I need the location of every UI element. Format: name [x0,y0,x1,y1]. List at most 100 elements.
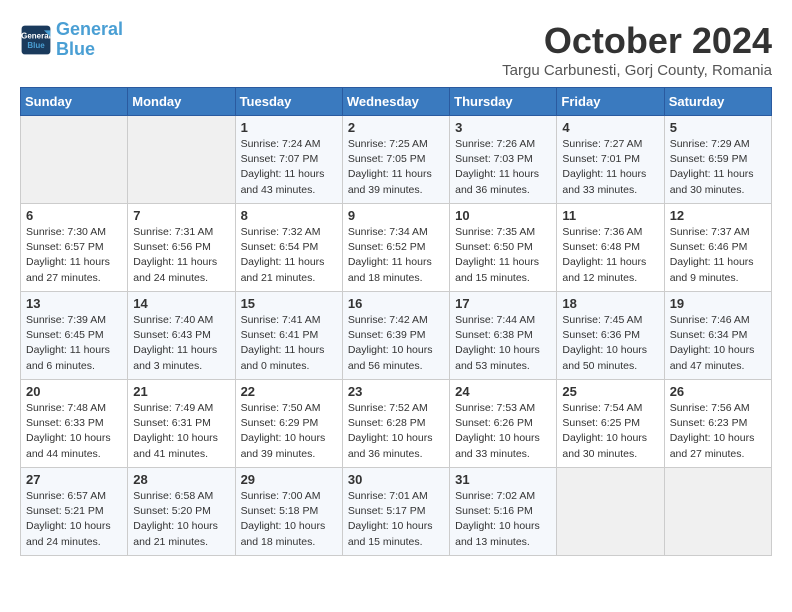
logo: General Blue General Blue [20,20,123,60]
day-number: 16 [348,296,444,311]
day-number: 31 [455,472,551,487]
day-number: 5 [670,120,766,135]
weekday-header-saturday: Saturday [664,88,771,116]
calendar-cell: 5Sunrise: 7:29 AM Sunset: 6:59 PM Daylig… [664,116,771,204]
calendar-cell: 15 Sunrise: 7:41 AM Sunset: 6:41 PM Dayli… [235,292,342,380]
day-number: 30 [348,472,444,487]
day-info: Sunrise: 6:57 AM Sunset: 5:21 PM Dayligh… [26,489,122,550]
week-row-4: 20 Sunrise: 7:48 AM Sunset: 6:33 PM Dayli… [21,380,772,468]
logo-icon: General Blue [20,24,52,56]
day-info: Sunrise: 6:58 AM Sunset: 5:20 PM Dayligh… [133,489,229,550]
day-info: Sunrise: 7:25 AM Sunset: 7:05 PM Dayligh… [348,137,444,198]
calendar-subtitle: Targu Carbunesti, Gorj County, Romania [502,62,772,79]
page-header: General Blue General Blue October 2024 T… [20,20,772,79]
day-number: 29 [241,472,337,487]
calendar-cell: 23 Sunrise: 7:52 AM Sunset: 6:28 PM Dayli… [342,380,449,468]
day-number: 6 [26,208,122,223]
day-info: Sunrise: 7:01 AM Sunset: 5:17 PM Dayligh… [348,489,444,550]
day-info: Sunrise: 7:36 AM Sunset: 6:48 PM Dayligh… [562,225,658,286]
week-row-2: 6 Sunrise: 7:30 AM Sunset: 6:57 PM Daylig… [21,204,772,292]
day-info: Sunrise: 7:53 AM Sunset: 6:26 PM Dayligh… [455,401,551,462]
calendar-cell: 17 Sunrise: 7:44 AM Sunset: 6:38 PM Dayli… [450,292,557,380]
day-info: Sunrise: 7:00 AM Sunset: 5:18 PM Dayligh… [241,489,337,550]
logo-line2: Blue [56,39,95,59]
calendar-cell: 27Sunrise: 6:57 AM Sunset: 5:21 PM Dayli… [21,468,128,556]
day-number: 14 [133,296,229,311]
day-info: Sunrise: 7:34 AM Sunset: 6:52 PM Dayligh… [348,225,444,286]
day-number: 4 [562,120,658,135]
calendar-cell: 24Sunrise: 7:53 AM Sunset: 6:26 PM Dayli… [450,380,557,468]
day-info: Sunrise: 7:56 AM Sunset: 6:23 PM Dayligh… [670,401,766,462]
day-info: Sunrise: 7:40 AM Sunset: 6:43 PM Dayligh… [133,313,229,374]
day-number: 20 [26,384,122,399]
day-number: 26 [670,384,766,399]
day-number: 13 [26,296,122,311]
calendar-cell: 25 Sunrise: 7:54 AM Sunset: 6:25 PM Dayli… [557,380,664,468]
day-info: Sunrise: 7:45 AM Sunset: 6:36 PM Dayligh… [562,313,658,374]
weekday-header-row: SundayMondayTuesdayWednesdayThursdayFrid… [21,88,772,116]
day-info: Sunrise: 7:39 AM Sunset: 6:45 PM Dayligh… [26,313,122,374]
title-block: October 2024 Targu Carbunesti, Gorj Coun… [502,20,772,79]
day-info: Sunrise: 7:50 AM Sunset: 6:29 PM Dayligh… [241,401,337,462]
calendar-cell: 26 Sunrise: 7:56 AM Sunset: 6:23 PM Dayli… [664,380,771,468]
day-info: Sunrise: 7:30 AM Sunset: 6:57 PM Dayligh… [26,225,122,286]
day-number: 22 [241,384,337,399]
logo-line1: General [56,19,123,39]
calendar-cell: 12 Sunrise: 7:37 AM Sunset: 6:46 PM Dayli… [664,204,771,292]
day-number: 19 [670,296,766,311]
day-info: Sunrise: 7:44 AM Sunset: 6:38 PM Dayligh… [455,313,551,374]
logo-text: General Blue [56,20,123,60]
day-number: 10 [455,208,551,223]
day-number: 3 [455,120,551,135]
calendar-cell: 9 Sunrise: 7:34 AM Sunset: 6:52 PM Daylig… [342,204,449,292]
week-row-5: 27Sunrise: 6:57 AM Sunset: 5:21 PM Dayli… [21,468,772,556]
calendar-cell [557,468,664,556]
day-info: Sunrise: 7:41 AM Sunset: 6:41 PM Dayligh… [241,313,337,374]
day-info: Sunrise: 7:26 AM Sunset: 7:03 PM Dayligh… [455,137,551,198]
day-info: Sunrise: 7:48 AM Sunset: 6:33 PM Dayligh… [26,401,122,462]
day-number: 9 [348,208,444,223]
calendar-cell: 22 Sunrise: 7:50 AM Sunset: 6:29 PM Dayli… [235,380,342,468]
day-info: Sunrise: 7:27 AM Sunset: 7:01 PM Dayligh… [562,137,658,198]
day-number: 17 [455,296,551,311]
calendar-cell: 21Sunrise: 7:49 AM Sunset: 6:31 PM Dayli… [128,380,235,468]
day-number: 23 [348,384,444,399]
day-number: 15 [241,296,337,311]
day-number: 21 [133,384,229,399]
day-number: 2 [348,120,444,135]
calendar-cell: 31 Sunrise: 7:02 AM Sunset: 5:16 PM Dayli… [450,468,557,556]
day-info: Sunrise: 7:24 AM Sunset: 7:07 PM Dayligh… [241,137,337,198]
day-number: 7 [133,208,229,223]
weekday-header-wednesday: Wednesday [342,88,449,116]
calendar-cell: 4 Sunrise: 7:27 AM Sunset: 7:01 PM Daylig… [557,116,664,204]
day-info: Sunrise: 7:46 AM Sunset: 6:34 PM Dayligh… [670,313,766,374]
calendar-cell: 6 Sunrise: 7:30 AM Sunset: 6:57 PM Daylig… [21,204,128,292]
day-info: Sunrise: 7:32 AM Sunset: 6:54 PM Dayligh… [241,225,337,286]
calendar-cell: 20 Sunrise: 7:48 AM Sunset: 6:33 PM Dayli… [21,380,128,468]
calendar-cell: 2 Sunrise: 7:25 AM Sunset: 7:05 PM Daylig… [342,116,449,204]
day-number: 8 [241,208,337,223]
day-info: Sunrise: 7:35 AM Sunset: 6:50 PM Dayligh… [455,225,551,286]
day-info: Sunrise: 7:31 AM Sunset: 6:56 PM Dayligh… [133,225,229,286]
weekday-header-monday: Monday [128,88,235,116]
calendar-cell: 14 Sunrise: 7:40 AM Sunset: 6:43 PM Dayli… [128,292,235,380]
day-number: 28 [133,472,229,487]
svg-text:Blue: Blue [27,41,45,50]
calendar-cell: 8 Sunrise: 7:32 AM Sunset: 6:54 PM Daylig… [235,204,342,292]
day-info: Sunrise: 7:54 AM Sunset: 6:25 PM Dayligh… [562,401,658,462]
calendar-cell: 7 Sunrise: 7:31 AM Sunset: 6:56 PM Daylig… [128,204,235,292]
weekday-header-tuesday: Tuesday [235,88,342,116]
day-number: 25 [562,384,658,399]
calendar-cell: 1Sunrise: 7:24 AM Sunset: 7:07 PM Daylig… [235,116,342,204]
calendar-cell [664,468,771,556]
week-row-1: 1Sunrise: 7:24 AM Sunset: 7:07 PM Daylig… [21,116,772,204]
day-info: Sunrise: 7:02 AM Sunset: 5:16 PM Dayligh… [455,489,551,550]
day-number: 11 [562,208,658,223]
day-number: 12 [670,208,766,223]
weekday-header-thursday: Thursday [450,88,557,116]
day-info: Sunrise: 7:52 AM Sunset: 6:28 PM Dayligh… [348,401,444,462]
calendar-cell: 19 Sunrise: 7:46 AM Sunset: 6:34 PM Dayli… [664,292,771,380]
calendar-cell: 18Sunrise: 7:45 AM Sunset: 6:36 PM Dayli… [557,292,664,380]
weekday-header-sunday: Sunday [21,88,128,116]
day-info: Sunrise: 7:37 AM Sunset: 6:46 PM Dayligh… [670,225,766,286]
